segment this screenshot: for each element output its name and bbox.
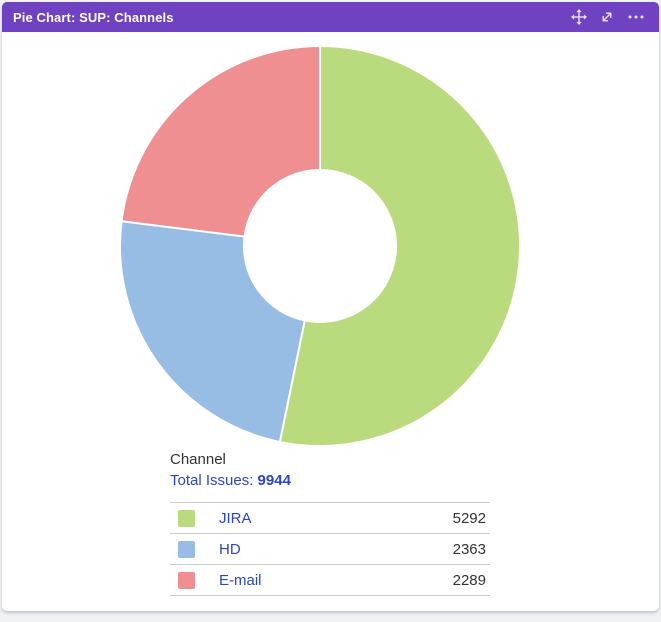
legend-value: 2363 xyxy=(374,534,490,565)
legend-label-link[interactable]: E-mail xyxy=(219,572,262,589)
total-issues-prefix: Total Issues: xyxy=(170,472,253,489)
legend-label-link[interactable]: HD xyxy=(219,541,241,558)
legend-label-link[interactable]: JIRA xyxy=(219,510,252,527)
legend-row: HD 2363 xyxy=(170,534,490,565)
total-issues-link[interactable]: Total Issues: 9944 xyxy=(170,470,291,491)
gadget-title: Pie Chart: SUP: Channels xyxy=(13,10,174,25)
legend-table: JIRA 5292 HD 2363 E-mail 2289 xyxy=(170,502,490,596)
move-icon[interactable] xyxy=(571,9,587,25)
legend-color-swatch xyxy=(178,541,195,558)
chart-summary: Channel Total Issues: 9944 xyxy=(170,449,291,491)
legend-color-swatch xyxy=(178,572,195,589)
legend-row: JIRA 5292 xyxy=(170,503,490,534)
pie-slice-hd[interactable] xyxy=(120,221,305,442)
legend-row: E-mail 2289 xyxy=(170,565,490,596)
stat-type-label: Channel xyxy=(170,449,291,470)
expand-icon[interactable] xyxy=(600,10,614,24)
gadget-header: Pie Chart: SUP: Channels xyxy=(2,2,659,32)
gadget-header-actions xyxy=(571,9,645,25)
pie-chart-gadget: Pie Chart: SUP: Channels xyxy=(2,2,659,611)
total-issues-value: 9944 xyxy=(258,472,291,489)
legend-value: 5292 xyxy=(374,503,490,534)
more-icon[interactable] xyxy=(627,10,645,24)
legend-value: 2289 xyxy=(374,565,490,596)
legend-table-body: JIRA 5292 HD 2363 E-mail 2289 xyxy=(170,503,490,596)
legend-color-swatch xyxy=(178,510,195,527)
pie-chart xyxy=(110,36,530,456)
pie-slice-e-mail[interactable] xyxy=(122,46,320,237)
